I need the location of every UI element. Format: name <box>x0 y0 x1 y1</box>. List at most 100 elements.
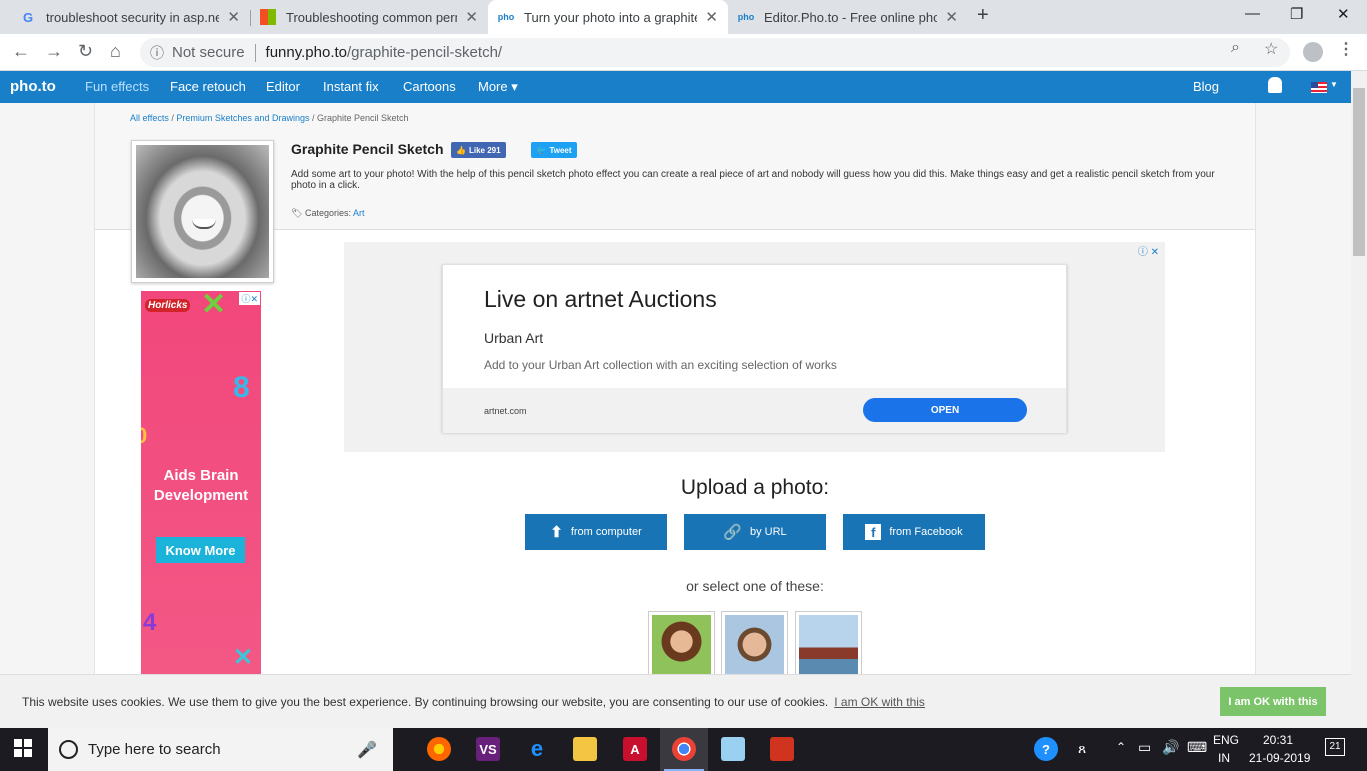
language-flag-icon[interactable] <box>1311 82 1327 93</box>
close-tab-icon[interactable]: ✕ <box>945 8 958 26</box>
zoom-icon[interactable]: ⌕ <box>1231 39 1240 57</box>
taskbar-search-box[interactable]: Type here to search 🎤 <box>48 728 393 771</box>
close-tab-icon[interactable]: ✕ <box>227 8 240 26</box>
tab-title: troubleshoot security in asp.net - <box>46 9 220 25</box>
adchoices-icon[interactable]: ⓘ✕ <box>239 292 260 305</box>
sample-photo-man[interactable] <box>721 611 788 678</box>
nav-face-retouch[interactable]: Face retouch <box>170 79 246 94</box>
back-icon[interactable]: ← <box>12 41 30 62</box>
decorative-shape: ✕ <box>233 644 254 671</box>
reload-icon[interactable]: ↻ <box>78 41 93 62</box>
android-icon[interactable] <box>1268 77 1282 93</box>
category-link[interactable]: Art <box>353 208 365 218</box>
profile-avatar-icon[interactable] <box>1303 42 1323 62</box>
region-indicator[interactable]: IN <box>1218 751 1230 765</box>
photo-icon: pho <box>497 12 515 22</box>
tab-title: Turn your photo into a graphite p <box>524 9 698 25</box>
file-explorer-icon[interactable] <box>573 737 597 761</box>
close-tab-icon[interactable]: ✕ <box>465 8 478 26</box>
nav-blog[interactable]: Blog <box>1193 79 1219 94</box>
upload-from-facebook-button[interactable]: f from Facebook <box>843 514 985 550</box>
close-window-button[interactable]: ✕ <box>1337 5 1350 23</box>
microphone-icon[interactable]: 🎤 <box>357 740 377 760</box>
select-sample-text: or select one of these: <box>686 578 824 594</box>
language-indicator[interactable]: ENG <box>1213 733 1239 747</box>
notes-app-icon[interactable] <box>721 737 745 761</box>
nav-editor[interactable]: Editor <box>266 79 300 94</box>
breadcrumb-current: Graphite Pencil Sketch <box>317 113 409 123</box>
network-icon[interactable]: ▭ <box>1138 739 1151 756</box>
categories: 🏷 Categories: Art <box>291 208 365 218</box>
link-icon: 🔗 <box>723 524 742 541</box>
facebook-icon: f <box>865 524 882 540</box>
windows-icon <box>260 9 276 25</box>
cookie-accept-button[interactable]: I am OK with this <box>1220 687 1326 716</box>
new-tab-button[interactable]: + <box>977 4 989 27</box>
nav-fun-effects[interactable]: Fun effects <box>85 79 149 94</box>
ad-open-button[interactable]: OPEN <box>863 398 1027 422</box>
adchoices-icon[interactable]: ⓘ ✕ <box>1138 243 1159 258</box>
windows-taskbar: Type here to search 🎤 VS e A ? ጸ ⌃ ▭ 🔊 ⌨… <box>0 728 1367 771</box>
nav-instant-fix[interactable]: Instant fix <box>323 79 379 94</box>
edge-icon[interactable]: e <box>525 736 549 761</box>
chevron-down-icon[interactable]: ▼ <box>1330 80 1338 89</box>
bookmark-star-icon[interactable]: ☆ <box>1264 39 1278 59</box>
notification-center-icon[interactable]: 21 <box>1325 738 1345 756</box>
help-icon[interactable]: ? <box>1034 737 1058 761</box>
decorative-shape: 4 <box>143 609 157 636</box>
ad-subheading: Urban Art <box>484 330 544 346</box>
people-icon[interactable]: ጸ <box>1078 740 1086 757</box>
know-more-button[interactable]: Know More <box>156 537 245 563</box>
google-g-icon: G <box>22 9 34 25</box>
breadcrumb: All effects / Premium Sketches and Drawi… <box>130 113 409 123</box>
cortana-icon <box>59 740 78 759</box>
clock-time[interactable]: 20:31 <box>1263 733 1293 747</box>
app-icon[interactable] <box>770 737 794 761</box>
nav-more[interactable]: More ▾ <box>478 79 518 95</box>
forward-icon[interactable]: → <box>45 41 63 62</box>
scrollbar-thumb[interactable] <box>1353 88 1365 256</box>
restore-button[interactable]: ❐ <box>1290 5 1303 23</box>
site-logo[interactable]: pho.to <box>10 78 56 95</box>
browser-tab[interactable]: pho Editor.Pho.to - Free online photo ✕ <box>728 0 968 34</box>
chevron-up-icon[interactable]: ⌃ <box>1116 740 1126 754</box>
security-label: Not secure <box>172 44 245 61</box>
facebook-like-button[interactable]: 👍 Like 291 <box>451 142 506 158</box>
menu-dots-icon[interactable]: ⋮ <box>1338 39 1354 59</box>
keyboard-icon[interactable]: ⌨ <box>1187 739 1207 756</box>
side-advertisement[interactable]: Horlicks ⓘ✕ ✕ 8 0 4 ✕ Aids Brain Develop… <box>141 291 261 728</box>
upload-by-url-button[interactable]: 🔗 by URL <box>684 514 826 550</box>
windows-start-icon[interactable] <box>14 739 32 757</box>
browser-toolbar: ← → ↻ ⌂ ⓘ Not secure funny.pho.to/graphi… <box>0 34 1367 71</box>
visual-studio-icon[interactable]: VS <box>476 737 500 761</box>
firefox-icon[interactable] <box>427 737 451 761</box>
minimize-button[interactable]: — <box>1245 5 1260 22</box>
volume-icon[interactable]: 🔊 <box>1162 739 1179 756</box>
clock-date[interactable]: 21-09-2019 <box>1249 751 1310 765</box>
sample-photo-woman[interactable] <box>648 611 715 678</box>
effect-thumbnail <box>131 140 274 283</box>
address-bar[interactable]: ⓘ Not secure funny.pho.to/graphite-penci… <box>140 38 1290 67</box>
sample-photo-boat[interactable] <box>795 611 862 678</box>
ad-card[interactable]: Live on artnet Auctions Urban Art Add to… <box>442 264 1067 433</box>
ad-domain: artnet.com <box>484 406 527 416</box>
browser-tab-active[interactable]: pho Turn your photo into a graphite p ✕ <box>488 0 728 34</box>
ad-text: Aids Brain Development <box>153 467 249 504</box>
url-host: funny.pho.to <box>265 44 347 61</box>
info-icon[interactable]: ⓘ <box>150 43 164 63</box>
home-icon[interactable]: ⌂ <box>110 41 121 62</box>
decorative-shape: 0 <box>141 423 148 448</box>
acrobat-icon[interactable]: A <box>623 737 647 761</box>
upload-from-computer-button[interactable]: ⬆ from computer <box>525 514 667 550</box>
cookie-banner: This website uses cookies. We use them t… <box>0 674 1351 728</box>
chrome-icon[interactable] <box>672 737 696 761</box>
cookie-accept-link[interactable]: I am OK with this <box>834 695 925 709</box>
tab-title: Troubleshooting common permis <box>286 9 458 25</box>
close-tab-icon[interactable]: ✕ <box>705 8 718 26</box>
browser-tab[interactable]: G troubleshoot security in asp.net - ✕ <box>10 0 250 34</box>
breadcrumb-all-effects[interactable]: All effects <box>130 113 169 123</box>
breadcrumb-premium-sketches[interactable]: Premium Sketches and Drawings <box>176 113 309 123</box>
nav-cartoons[interactable]: Cartoons <box>403 79 456 94</box>
browser-tab[interactable]: Troubleshooting common permis ✕ <box>250 0 488 34</box>
tweet-button[interactable]: 🐦 Tweet <box>531 142 577 158</box>
